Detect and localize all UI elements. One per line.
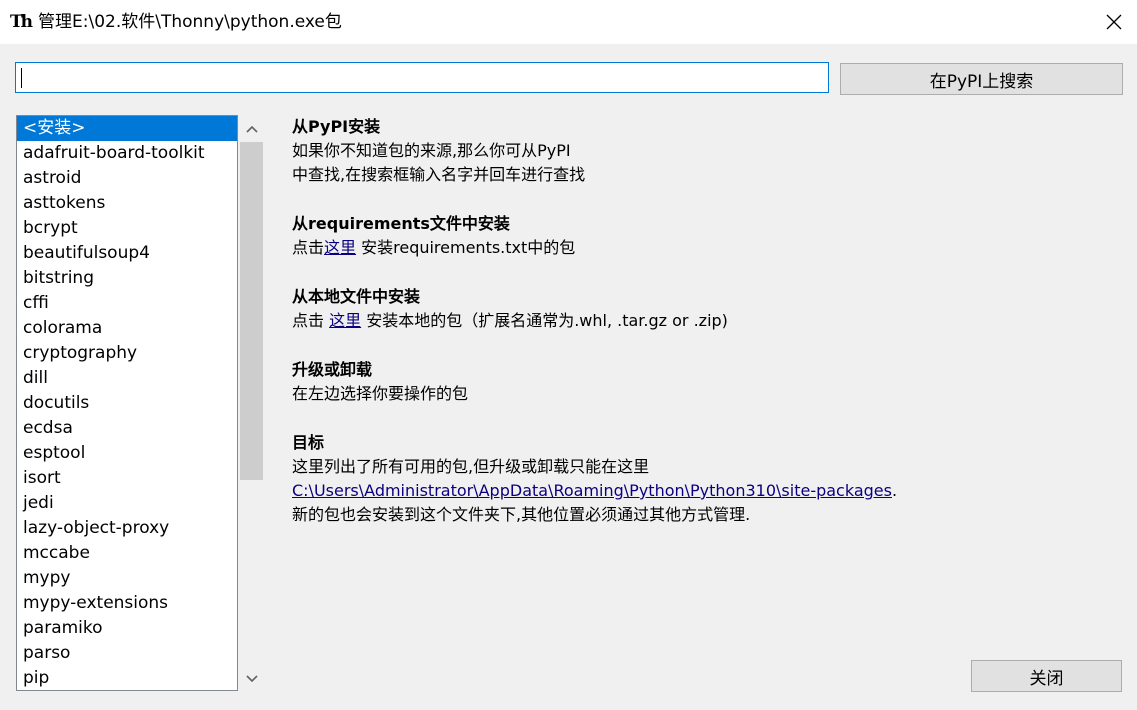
text-caret xyxy=(21,68,22,88)
requirements-here-link[interactable]: 这里 xyxy=(324,238,356,257)
list-item[interactable]: pip xyxy=(17,666,237,690)
list-item[interactable]: cffi xyxy=(17,291,237,316)
list-item[interactable]: adafruit-board-toolkit xyxy=(17,141,237,166)
package-list[interactable]: <安装> adafruit-board-toolkit astroid astt… xyxy=(16,115,238,691)
package-list-scrollbar[interactable] xyxy=(239,115,264,691)
section-requirements: 从requirements文件中安装 点击这里 安装requirements.t… xyxy=(292,212,1092,260)
list-item[interactable]: mypy xyxy=(17,566,237,591)
section-title: 从本地文件中安装 xyxy=(292,287,421,306)
close-icon xyxy=(1106,14,1122,30)
text-suffix: 安装requirements.txt中的包 xyxy=(356,238,576,257)
list-item[interactable]: mypy-extensions xyxy=(17,591,237,616)
list-item[interactable]: cryptography xyxy=(17,341,237,366)
list-item[interactable]: isort xyxy=(17,466,237,491)
list-item[interactable]: beautifulsoup4 xyxy=(17,241,237,266)
section-target: 目标 这里列出了所有可用的包,但升级或卸载只能在这里 C:\Users\Admi… xyxy=(292,431,1092,527)
section-text: 中查找,在搜索框输入名字并回车进行查找 xyxy=(292,165,586,184)
section-text: 点击 这里 安装本地的包（扩展名通常为.whl, .tar.gz or .zip… xyxy=(292,309,1092,333)
list-item[interactable]: paramiko xyxy=(17,616,237,641)
section-text: 点击这里 安装requirements.txt中的包 xyxy=(292,236,1092,260)
section-title: 升级或卸载 xyxy=(292,360,373,379)
text-suffix: . xyxy=(891,481,898,500)
thonny-app-icon: Th xyxy=(10,12,33,32)
window-close-button[interactable] xyxy=(1091,0,1137,44)
scroll-down-button[interactable] xyxy=(239,666,264,691)
section-text: 新的包也会安装到这个文件夹下,其他位置必须通过其他方式管理. xyxy=(292,505,751,524)
section-text: C:\Users\Administrator\AppData\Roaming\P… xyxy=(292,479,1092,503)
chevron-up-icon xyxy=(245,125,258,133)
text-suffix: 安装本地的包（扩展名通常为.whl, .tar.gz or .zip) xyxy=(361,311,728,330)
list-item[interactable]: ecdsa xyxy=(17,416,237,441)
list-item-install[interactable]: <安装> xyxy=(17,116,237,141)
section-title: 从PyPI安装 xyxy=(292,117,381,136)
list-item[interactable]: esptool xyxy=(17,441,237,466)
section-pypi: 从PyPI安装 如果你不知道包的来源,那么你可从PyPI 中查找,在搜索框输入名… xyxy=(292,115,1092,187)
section-text: 这里列出了所有可用的包,但升级或卸载只能在这里 xyxy=(292,457,650,476)
list-item[interactable]: mccabe xyxy=(17,541,237,566)
scrollbar-thumb[interactable] xyxy=(240,142,263,480)
close-button[interactable]: 关闭 xyxy=(971,660,1122,692)
text-prefix: 点击 xyxy=(292,311,330,330)
search-input[interactable] xyxy=(15,62,829,93)
list-item[interactable]: parso xyxy=(17,641,237,666)
list-item[interactable]: astroid xyxy=(17,166,237,191)
list-item[interactable]: dill xyxy=(17,366,237,391)
window-title: 管理E:\02.软件\Thonny\python.exe包 xyxy=(38,12,342,32)
list-item[interactable]: bcrypt xyxy=(17,216,237,241)
search-pypi-button[interactable]: 在PyPI上搜索 xyxy=(840,63,1123,95)
text-prefix: 点击 xyxy=(292,238,325,257)
section-upgrade: 升级或卸载 在左边选择你要操作的包 xyxy=(292,358,1092,406)
title-bar: Th 管理E:\02.软件\Thonny\python.exe包 xyxy=(0,0,1137,44)
info-panel: 从PyPI安装 如果你不知道包的来源,那么你可从PyPI 中查找,在搜索框输入名… xyxy=(292,115,1092,552)
section-title: 目标 xyxy=(292,433,325,452)
chevron-down-icon xyxy=(245,674,258,682)
list-item[interactable]: docutils xyxy=(17,391,237,416)
list-item[interactable]: bitstring xyxy=(17,266,237,291)
local-file-here-link[interactable]: 这里 xyxy=(329,311,361,330)
section-text: 在左边选择你要操作的包 xyxy=(292,384,469,403)
list-item[interactable]: asttokens xyxy=(17,191,237,216)
site-packages-link[interactable]: C:\Users\Administrator\AppData\Roaming\P… xyxy=(292,481,892,500)
section-title: 从requirements文件中安装 xyxy=(292,214,510,233)
list-item[interactable]: colorama xyxy=(17,316,237,341)
section-text: 如果你不知道包的来源,那么你可从PyPI xyxy=(292,141,571,160)
scroll-up-button[interactable] xyxy=(239,116,264,141)
section-local: 从本地文件中安装 点击 这里 安装本地的包（扩展名通常为.whl, .tar.g… xyxy=(292,285,1092,333)
list-item[interactable]: lazy-object-proxy xyxy=(17,516,237,541)
list-item[interactable]: jedi xyxy=(17,491,237,516)
